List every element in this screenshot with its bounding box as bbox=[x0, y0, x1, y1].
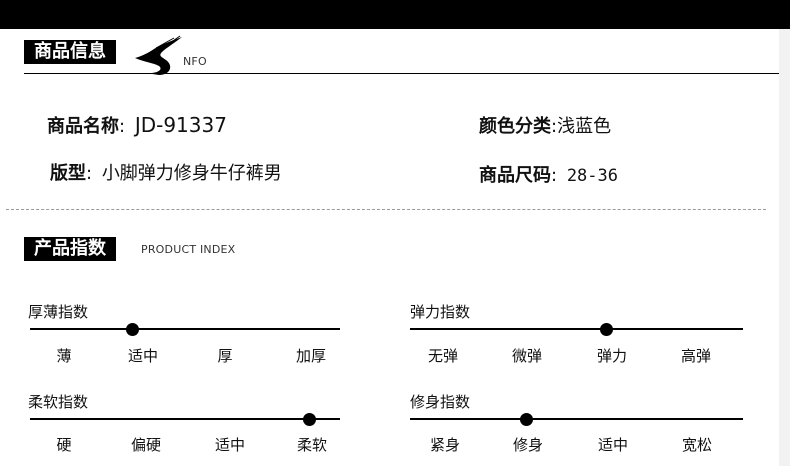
section-divider bbox=[24, 73, 779, 74]
index-title-softness: 柔软指数 bbox=[28, 393, 89, 411]
product-name-key: 商品名称 bbox=[47, 116, 119, 137]
product-name-sep: : bbox=[119, 116, 126, 137]
index-track-softness bbox=[30, 418, 340, 420]
index-marker-elasticity bbox=[599, 322, 613, 336]
dashed-divider bbox=[6, 209, 766, 210]
index-track-fit bbox=[410, 418, 743, 420]
index-title-fit: 修身指数 bbox=[410, 393, 471, 411]
swoosh-logo-icon bbox=[135, 35, 182, 75]
index-track-elasticity bbox=[410, 328, 743, 330]
index-option: 适中 bbox=[214, 436, 245, 454]
index-option: 加厚 bbox=[295, 347, 326, 365]
index-option: 紧身 bbox=[429, 436, 460, 454]
size-row: 商品尺码: 28-36 bbox=[479, 161, 618, 187]
color-value: 浅蓝色 bbox=[557, 116, 612, 137]
index-marker-softness bbox=[302, 412, 316, 426]
style-value: 小脚弹力修身牛仔裤男 bbox=[101, 163, 282, 184]
index-option: 无弹 bbox=[427, 347, 458, 365]
style-key: 版型 bbox=[50, 163, 86, 184]
index-option: 适中 bbox=[597, 436, 628, 454]
color-key: 颜色分类 bbox=[479, 116, 551, 137]
product-name-value: JD-91337 bbox=[134, 113, 227, 137]
index-option: 高弹 bbox=[680, 347, 711, 365]
section-subtitle-info: NFO bbox=[183, 55, 207, 68]
top-bar bbox=[0, 0, 790, 29]
index-option: 修身 bbox=[512, 436, 543, 454]
style-row: 版型: 小脚弹力修身牛仔裤男 bbox=[50, 159, 282, 185]
section-title-product-index: 产品指数 bbox=[24, 237, 116, 261]
index-option: 厚 bbox=[217, 347, 233, 365]
size-value: 28-36 bbox=[566, 166, 618, 186]
index-option: 微弹 bbox=[511, 347, 542, 365]
index-marker-fit bbox=[520, 412, 534, 426]
index-option: 柔软 bbox=[296, 436, 327, 454]
index-track-thickness bbox=[30, 328, 340, 330]
section-title-product-info: 商品信息 bbox=[24, 40, 116, 64]
color-row: 颜色分类:浅蓝色 bbox=[479, 112, 611, 138]
index-title-thickness: 厚薄指数 bbox=[28, 303, 89, 321]
index-option: 硬 bbox=[56, 436, 72, 454]
index-option: 薄 bbox=[56, 347, 72, 365]
index-title-elasticity: 弹力指数 bbox=[410, 303, 471, 321]
product-name-row: 商品名称: JD-91337 bbox=[47, 112, 227, 138]
index-option: 宽松 bbox=[681, 436, 712, 454]
index-option: 适中 bbox=[127, 347, 158, 365]
right-edge-strip bbox=[779, 29, 790, 466]
size-key: 商品尺码 bbox=[479, 165, 551, 186]
index-option: 弹力 bbox=[596, 347, 627, 365]
size-sep: : bbox=[551, 165, 558, 186]
style-sep: : bbox=[86, 163, 93, 184]
section-subtitle-index: PRODUCT INDEX bbox=[141, 243, 236, 256]
index-marker-thickness bbox=[125, 322, 139, 336]
index-option: 偏硬 bbox=[130, 436, 161, 454]
